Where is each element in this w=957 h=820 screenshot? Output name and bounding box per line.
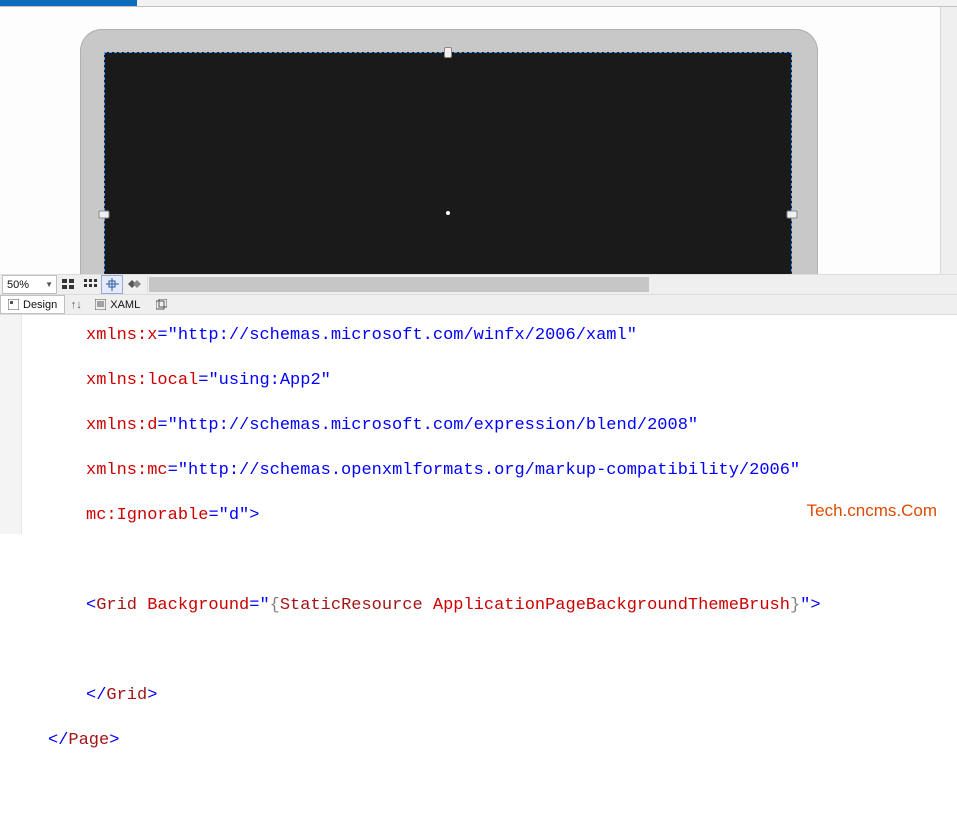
swap-panes-icon[interactable]: ↑↓ xyxy=(65,299,87,311)
design-icon xyxy=(8,299,19,310)
grid-large-icon[interactable] xyxy=(57,275,79,294)
design-pane xyxy=(0,7,957,274)
chevron-down-icon: ▼ xyxy=(45,280,55,289)
zoom-value: 50% xyxy=(7,279,29,291)
code-gutter xyxy=(0,315,22,534)
resize-handle-top[interactable] xyxy=(444,47,452,58)
xaml-icon xyxy=(95,299,106,310)
zoom-combo[interactable]: 50% ▼ xyxy=(2,275,57,294)
xaml-code-pane: xmlns:x="http://schemas.microsoft.com/wi… xyxy=(0,315,957,534)
code-editor[interactable]: xmlns:x="http://schemas.microsoft.com/wi… xyxy=(22,315,957,534)
resize-handle-right[interactable] xyxy=(787,211,798,219)
resize-handle-left[interactable] xyxy=(99,211,110,219)
zoom-toolbar: 50% ▼ xyxy=(0,274,957,294)
tab-design-label: Design xyxy=(23,299,57,311)
snap-toggle-icon[interactable] xyxy=(101,275,123,294)
scrollbar-thumb[interactable] xyxy=(149,277,649,292)
design-canvas[interactable] xyxy=(0,7,940,274)
page-root-element[interactable] xyxy=(104,52,792,274)
device-frame xyxy=(80,29,818,274)
watermark-text: Tech.cncms.Com xyxy=(807,500,937,523)
active-tab-indicator[interactable] xyxy=(0,0,137,6)
popout-icon[interactable] xyxy=(152,299,170,310)
design-horizontal-scrollbar[interactable] xyxy=(147,276,957,293)
effects-toggle-icon[interactable] xyxy=(123,275,145,294)
tab-xaml-label: XAML xyxy=(110,299,140,311)
tab-design[interactable]: Design xyxy=(0,295,65,314)
tab-xaml[interactable]: XAML xyxy=(87,295,148,314)
grid-small-icon[interactable] xyxy=(79,275,101,294)
design-vertical-scrollbar[interactable] xyxy=(940,7,957,274)
split-bar: Design ↑↓ XAML xyxy=(0,294,957,315)
center-indicator xyxy=(446,211,450,215)
